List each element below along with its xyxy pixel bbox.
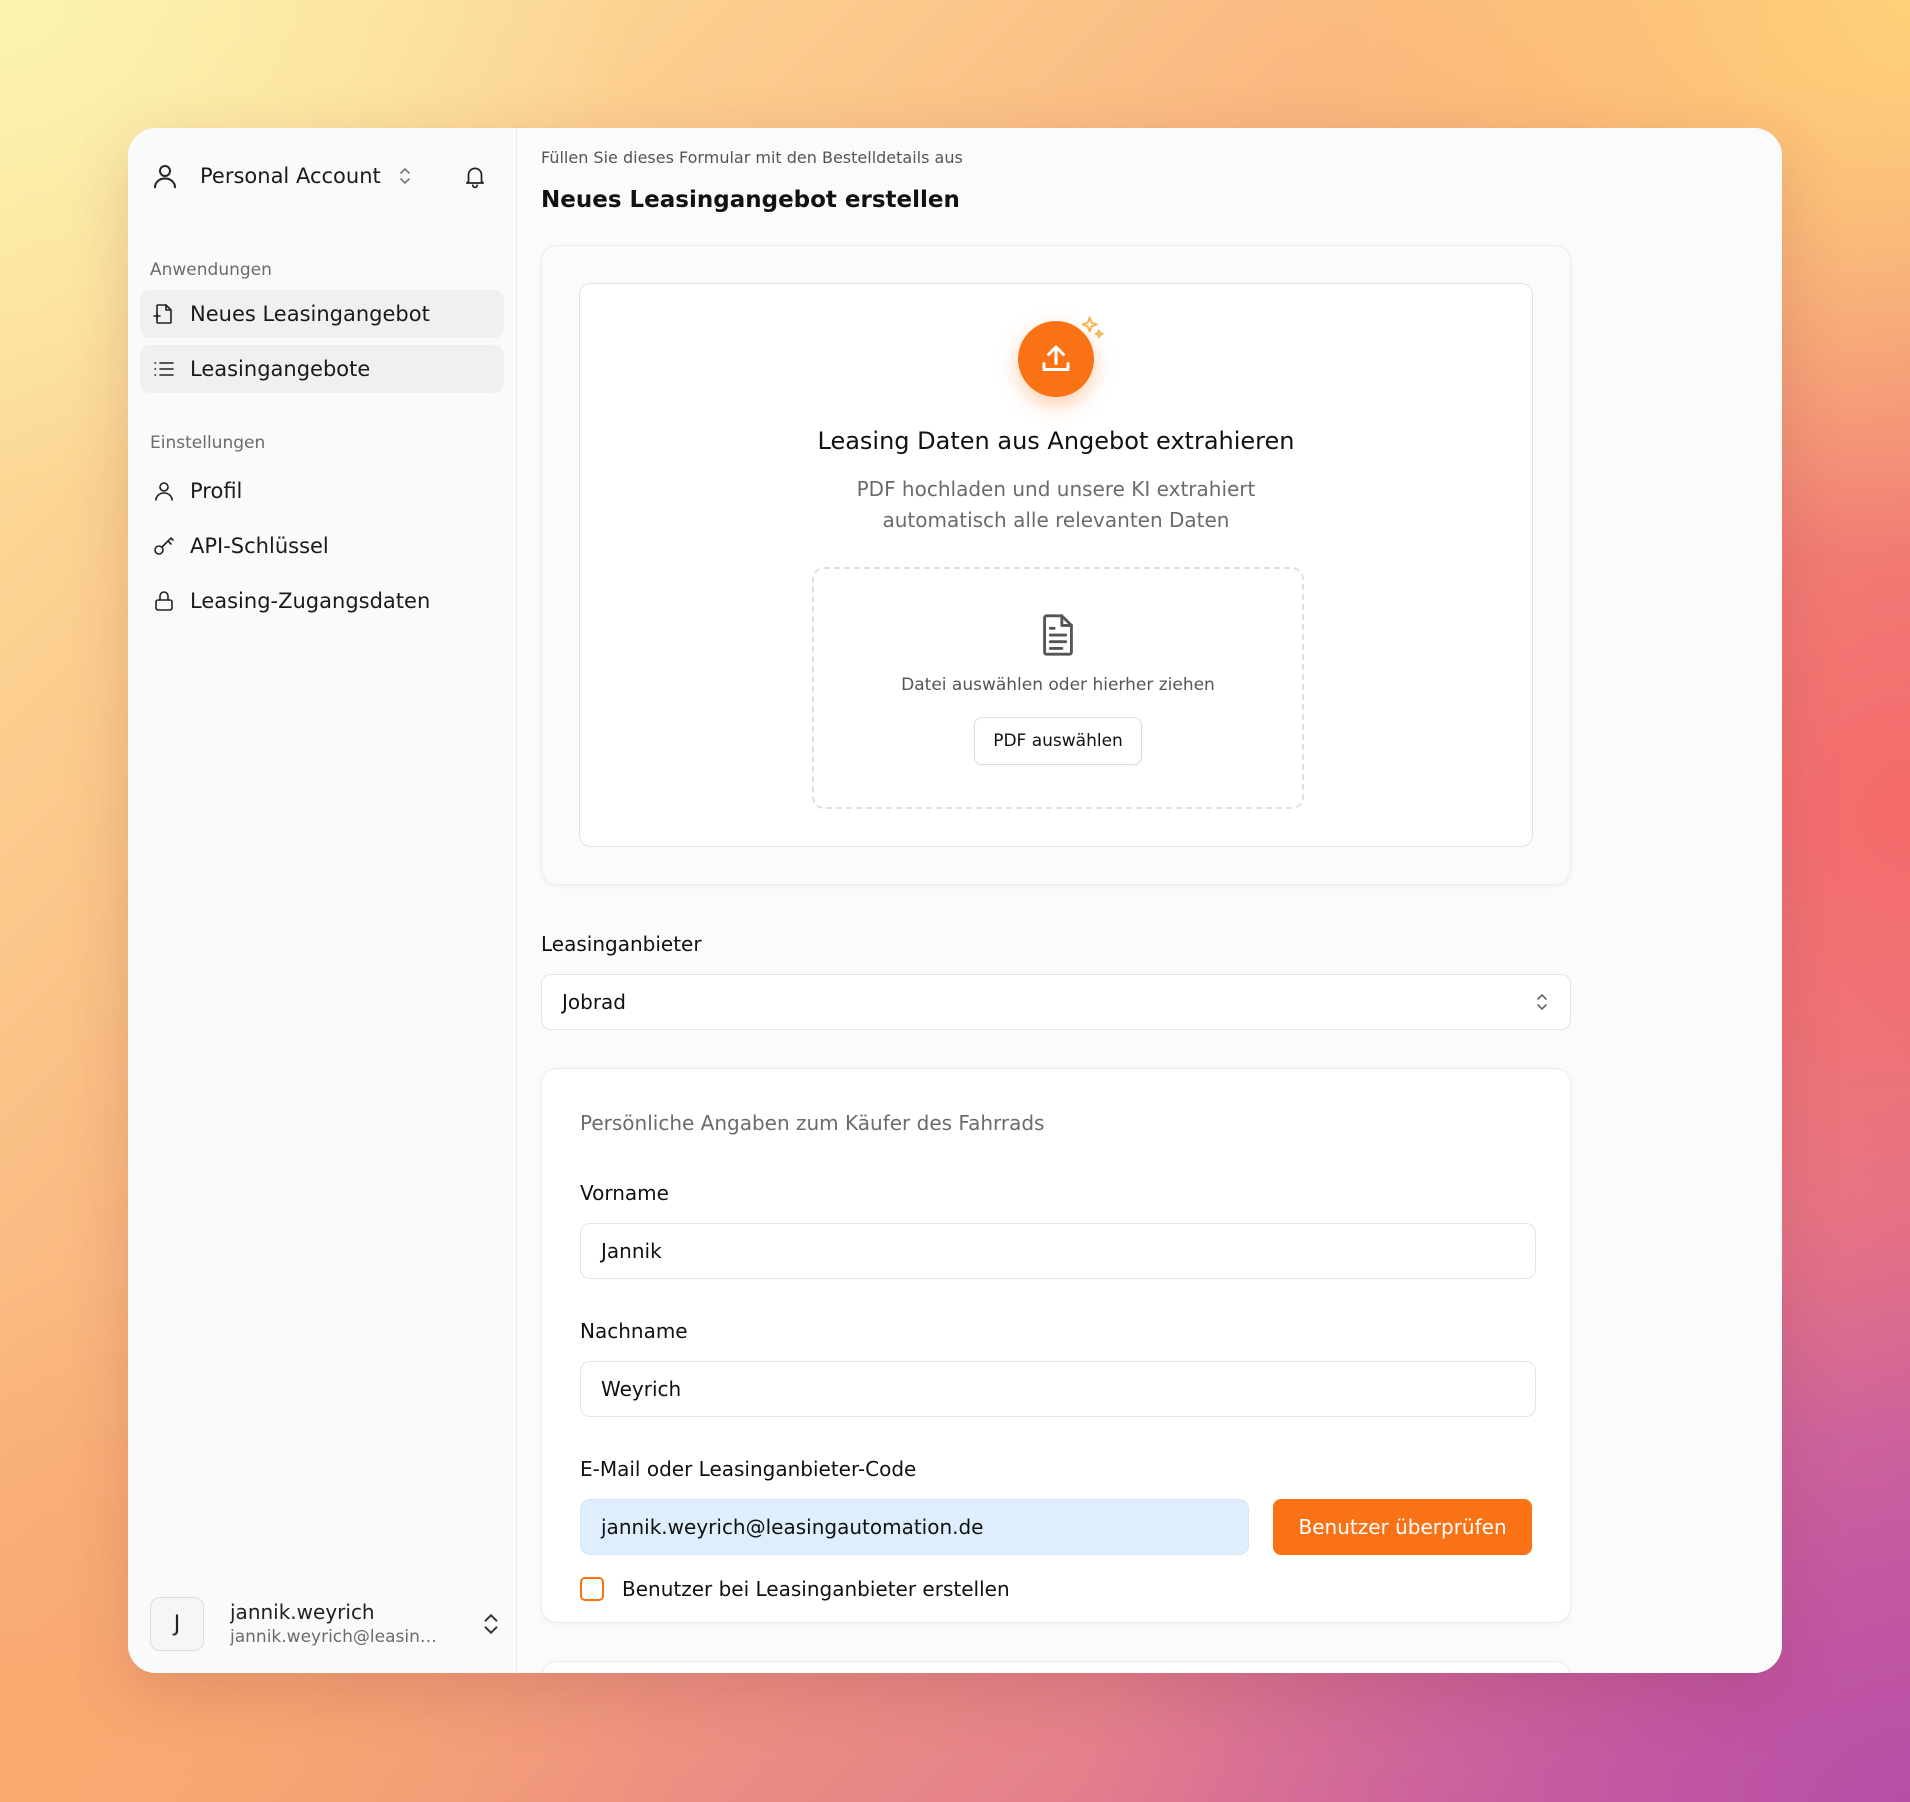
- provider-label: Leasinganbieter: [541, 932, 702, 956]
- buyer-details-card: Persönliche Angaben zum Käufer des Fahrr…: [541, 1068, 1571, 1623]
- sidebar-item-profile[interactable]: Profil: [140, 463, 504, 518]
- check-user-button[interactable]: Benutzer überprüfen: [1273, 1499, 1532, 1555]
- chevrons-up-down-icon: [484, 1613, 498, 1635]
- avatar: J: [150, 1597, 204, 1651]
- group-label-settings: Einstellungen: [150, 433, 266, 453]
- lastname-input[interactable]: Weyrich: [580, 1361, 1536, 1417]
- sidebar: Personal Account Anwendungen Neues Leasi…: [128, 128, 517, 1673]
- group-label-applications: Anwendungen: [150, 260, 272, 280]
- upload-panel: Leasing Daten aus Angebot extrahieren PD…: [579, 283, 1533, 847]
- sparkle-icon: [1081, 316, 1104, 339]
- app-window: Personal Account Anwendungen Neues Leasi…: [128, 128, 1782, 1673]
- lastname-value: Weyrich: [601, 1377, 682, 1401]
- user-icon: [154, 165, 176, 189]
- sidebar-item-leasing-credentials[interactable]: Leasing-Zugangsdaten: [140, 573, 504, 628]
- email-label: E-Mail oder Leasinganbieter-Code: [580, 1457, 917, 1481]
- file-dropzone[interactable]: Datei auswählen oder hierher ziehen PDF …: [812, 567, 1304, 809]
- section-hint: Persönliche Angaben zum Käufer des Fahrr…: [580, 1111, 1045, 1135]
- upload-icon: [1042, 345, 1070, 371]
- account-name: Personal Account: [200, 164, 381, 188]
- upload-description-line: PDF hochladen und unsere KI extrahiert: [856, 477, 1256, 501]
- account-switcher[interactable]: Personal Account: [140, 128, 504, 224]
- upload-description: PDF hochladen und unsere KI extrahiert a…: [580, 474, 1532, 536]
- sidebar-item-label: API-Schlüssel: [190, 533, 329, 558]
- provider-selected-value: Jobrad: [562, 990, 627, 1014]
- sidebar-item-api-keys[interactable]: API-Schlüssel: [140, 518, 504, 573]
- provider-select[interactable]: Jobrad: [541, 974, 1571, 1030]
- firstname-label: Vorname: [580, 1181, 669, 1205]
- create-user-label: Benutzer bei Leasinganbieter erstellen: [622, 1577, 1010, 1601]
- chevrons-up-down-icon: [399, 167, 410, 185]
- sidebar-item-label: Neues Leasingangebot: [190, 302, 430, 326]
- firstname-input[interactable]: Jannik: [580, 1223, 1536, 1279]
- sidebar-item-label: Leasing-Zugangsdaten: [190, 588, 431, 613]
- user-name: jannik.weyrich: [230, 1600, 375, 1624]
- upload-card: Leasing Daten aus Angebot extrahieren PD…: [541, 245, 1571, 885]
- file-text-icon: [1043, 614, 1073, 656]
- email-value: jannik.weyrich@leasingautomation.de: [601, 1515, 984, 1539]
- user-icon: [155, 481, 173, 501]
- chevrons-up-down-icon: [1537, 993, 1547, 1011]
- page-title: Neues Leasingangebot erstellen: [541, 187, 960, 213]
- user-info: jannik.weyrich jannik.weyrich@leasing...: [230, 1599, 472, 1649]
- key-icon: [154, 536, 174, 555]
- create-user-checkbox[interactable]: [580, 1577, 604, 1601]
- list-icon: [154, 362, 174, 376]
- email-row: jannik.weyrich@leasingautomation.de Benu…: [580, 1499, 1532, 1555]
- bell-icon[interactable]: [462, 163, 488, 189]
- email-field[interactable]: jannik.weyrich@leasingautomation.de: [580, 1499, 1250, 1555]
- dropzone-text: Datei auswählen oder hierher ziehen: [901, 675, 1215, 695]
- firstname-value: Jannik: [601, 1239, 662, 1263]
- next-section-card: [541, 1661, 1571, 1673]
- file-plus-icon: [153, 304, 172, 324]
- upload-description-line: automatisch alle relevanten Daten: [882, 508, 1230, 532]
- sidebar-item-offers[interactable]: Leasingangebote: [140, 345, 504, 393]
- upload-title: Leasing Daten aus Angebot extrahieren: [817, 427, 1295, 455]
- sidebar-item-label: Leasingangebote: [190, 357, 371, 381]
- sidebar-item-new-offer[interactable]: Neues Leasingangebot: [140, 290, 504, 338]
- select-pdf-button[interactable]: PDF auswählen: [974, 717, 1142, 765]
- lastname-label: Nachname: [580, 1319, 688, 1343]
- user-email: jannik.weyrich@leasing...: [230, 1627, 440, 1647]
- lock-icon: [155, 590, 173, 611]
- user-menu[interactable]: J jannik.weyrich jannik.weyrich@leasing.…: [150, 1595, 500, 1653]
- main-content: Füllen Sie dieses Formular mit den Beste…: [517, 128, 1782, 1673]
- sidebar-item-label: Profil: [190, 478, 243, 503]
- create-user-option[interactable]: Benutzer bei Leasinganbieter erstellen: [580, 1577, 1532, 1601]
- breadcrumb: Füllen Sie dieses Formular mit den Beste…: [541, 148, 963, 167]
